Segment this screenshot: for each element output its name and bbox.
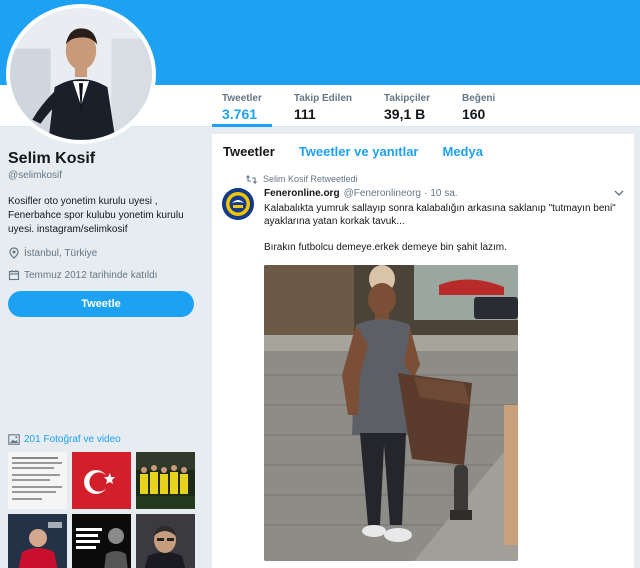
photo-thumbnail[interactable]: [8, 514, 67, 568]
stat-tweets[interactable]: Tweetler 3.761: [212, 85, 272, 127]
location-text: İstanbul, Türkiye: [24, 247, 98, 259]
street-photo-image: [264, 265, 518, 561]
turkish-flag-image: [72, 452, 131, 509]
tweet-header: Feneronline.org @Feneronlineorg · 10 sa.: [264, 188, 458, 199]
profile-photo-image: [10, 8, 152, 140]
stat-following[interactable]: Takip Edilen 111: [284, 85, 362, 127]
retweet-icon: [246, 174, 257, 184]
profile-avatar[interactable]: [6, 4, 156, 144]
timeline-tabs: Tweetler Tweetler ve yanıtlar Medya: [212, 134, 634, 159]
tweet-author-name[interactable]: Feneronline.org: [264, 188, 340, 199]
tweet-separator: ·: [423, 188, 428, 199]
profile-location: İstanbul, Türkiye: [8, 247, 204, 259]
profile-bio: Kosifler oto yonetim kurulu uyesi , Fene…: [8, 196, 184, 235]
photo-thumbnail[interactable]: [136, 514, 195, 568]
tab-tweets-and-replies[interactable]: Tweetler ve yanıtlar: [299, 144, 419, 159]
retweet-context[interactable]: Selim Kosif Retweetledi: [246, 174, 358, 184]
chevron-down-icon[interactable]: [614, 189, 624, 197]
retweet-note: Selim Kosif Retweetledi: [263, 174, 358, 184]
quote-image: [72, 514, 131, 568]
calendar-icon: [8, 270, 20, 281]
tab-media[interactable]: Medya: [443, 144, 483, 159]
stat-value: 160: [461, 106, 486, 122]
profile-handle[interactable]: @selimkosif: [8, 170, 204, 181]
timeline: Tweetler Tweetler ve yanıtlar Medya Seli…: [212, 134, 634, 568]
stat-likes[interactable]: Beğeni 160: [452, 85, 505, 127]
stat-value: 111: [293, 106, 316, 122]
profile-stats-bar: Tweetler 3.761 Takip Edilen 111 Takipçil…: [212, 85, 517, 127]
photo-thumbnail[interactable]: [136, 452, 195, 509]
photo-thumbnail[interactable]: [8, 452, 67, 509]
photos-videos-link[interactable]: 201 Fotoğraf ve video: [8, 434, 121, 445]
team-photo-image: [136, 452, 195, 509]
profile-card: Selim Kosif @selimkosif Kosifler oto yon…: [8, 150, 204, 317]
profile-name[interactable]: Selim Kosif: [8, 150, 204, 168]
stat-label: Tweetler: [222, 93, 262, 104]
person-photo-image: [8, 514, 67, 568]
portrait-image: [136, 514, 195, 568]
tweet-author-handle[interactable]: @Feneronlineorg: [344, 188, 421, 199]
photo-thumbnail[interactable]: [72, 514, 131, 568]
fenerbahce-logo-icon: [222, 188, 254, 220]
photos-videos-label: 201 Fotoğraf ve video: [24, 434, 121, 445]
stat-value: 3.761: [222, 106, 258, 122]
stat-label: Takip Edilen: [293, 93, 353, 104]
stat-value: 39,1 B: [384, 106, 426, 122]
tweet-text: Kalabalıkta yumruk sallayıp sonra kalaba…: [264, 202, 624, 254]
tweet-timestamp[interactable]: 10 sa.: [430, 188, 457, 199]
joined-text: Temmuz 2012 tarihinde katıldı: [24, 269, 158, 281]
profile-joined: Temmuz 2012 tarihinde katıldı: [8, 269, 204, 281]
tweet-author-avatar[interactable]: [222, 188, 254, 220]
tweet-media-image[interactable]: [264, 265, 518, 561]
tweet-text-line: Kalabalıkta yumruk sallayıp sonra kalaba…: [264, 203, 616, 227]
photo-icon: [8, 434, 20, 445]
stat-label: Beğeni: [461, 93, 496, 104]
location-icon: [9, 247, 19, 259]
tab-tweets[interactable]: Tweetler: [223, 144, 275, 159]
tweet-text-line: Bırakın futbolcu demeye.erkek demeye bin…: [264, 242, 507, 253]
text-screenshot-image: [8, 452, 67, 509]
photo-thumbnail[interactable]: [72, 452, 131, 509]
stat-label: Takipçiler: [384, 93, 430, 104]
stat-followers[interactable]: Takipçiler 39,1 B: [374, 85, 440, 127]
tweet-button[interactable]: Tweetle: [8, 291, 194, 317]
